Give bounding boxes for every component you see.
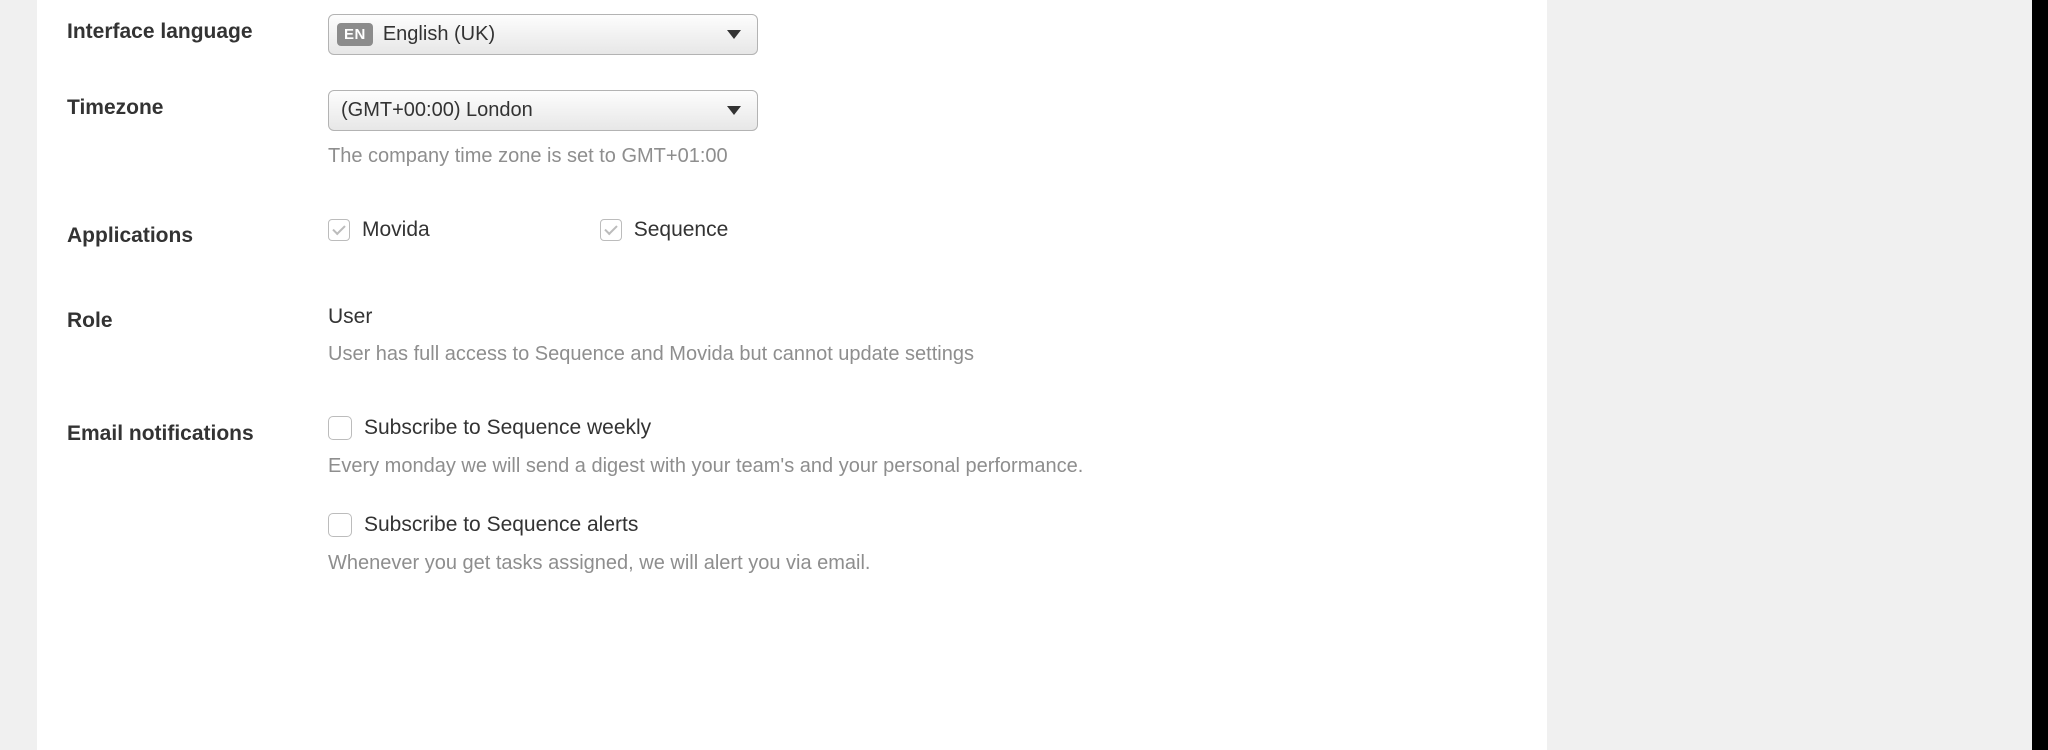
role-value: User [328,303,1547,329]
label-timezone: Timezone [67,90,328,120]
row-interface-language: Interface language EN English (UK) [67,0,1547,55]
row-applications: Applications Movida Sequence [67,218,1547,248]
notification-alerts: Subscribe to Sequence alerts Whenever yo… [328,513,1547,575]
weekly-title: Subscribe to Sequence weekly [364,416,651,440]
weekly-checkbox[interactable] [328,416,352,440]
row-role: Role User User has full access to Sequen… [67,303,1547,366]
movida-label: Movida [362,218,430,242]
timezone-value: (GMT+00:00) London [337,99,745,122]
timezone-hint: The company time zone is set to GMT+01:0… [328,145,1547,168]
alerts-title: Subscribe to Sequence alerts [364,513,638,537]
alerts-desc: Whenever you get tasks assigned, we will… [328,552,1547,575]
row-timezone: Timezone (GMT+00:00) London The company … [67,90,1547,168]
language-code-badge: EN [337,23,373,46]
notification-weekly: Subscribe to Sequence weekly Every monda… [328,416,1547,478]
label-role: Role [67,303,328,333]
right-edge-bar [2032,0,2048,750]
application-movida: Movida [328,218,430,242]
chevron-down-icon [727,106,741,115]
weekly-desc: Every monday we will send a digest with … [328,455,1547,478]
sequence-label: Sequence [634,218,729,242]
label-applications: Applications [67,218,328,248]
alerts-checkbox[interactable] [328,513,352,537]
chevron-down-icon [727,30,741,39]
application-sequence: Sequence [600,218,729,242]
interface-language-dropdown[interactable]: EN English (UK) [328,14,758,55]
language-value: English (UK) [383,23,745,46]
label-email-notifications: Email notifications [67,416,328,446]
label-interface-language: Interface language [67,14,328,44]
row-email-notifications: Email notifications Subscribe to Sequenc… [67,416,1547,610]
sequence-checkbox[interactable] [600,219,622,241]
settings-panel: Interface language EN English (UK) Timez… [37,0,1547,750]
timezone-dropdown[interactable]: (GMT+00:00) London [328,90,758,131]
role-hint: User has full access to Sequence and Mov… [328,343,1547,366]
movida-checkbox[interactable] [328,219,350,241]
